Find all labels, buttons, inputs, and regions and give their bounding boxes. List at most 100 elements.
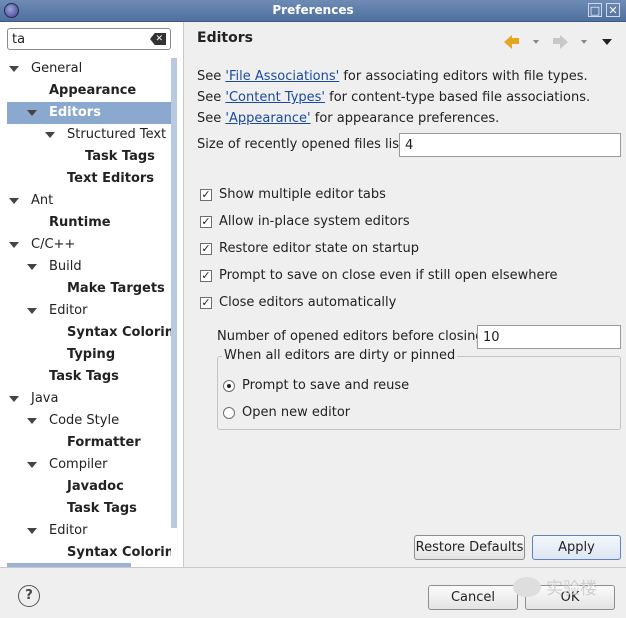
group-title: When all editors are dirty or pinned (222, 348, 458, 363)
tree-item-label: Formatter (67, 435, 141, 450)
watermark: 实验楼 (513, 574, 597, 599)
title-bar: Preferences □ ✕ (0, 0, 626, 22)
file-associations-line: See 'File Associations' for associating … (197, 69, 588, 84)
tree-item-compiler[interactable]: Compiler (0, 454, 171, 476)
forward-history-dropdown-icon[interactable] (581, 40, 587, 44)
checkbox[interactable]: ✓ (200, 270, 212, 282)
tree-item-c-c[interactable]: C/C++ (0, 234, 171, 256)
clear-filter-icon[interactable]: ✕ (150, 33, 166, 45)
tree-item-task-tags[interactable]: Task Tags (0, 498, 171, 520)
tree-item-appearance[interactable]: Appearance (0, 80, 171, 102)
apply-button[interactable]: Apply (532, 535, 621, 560)
tree-item-label: C/C++ (31, 237, 76, 252)
tree-item-label: Ant (31, 193, 54, 208)
radio-button[interactable] (223, 380, 235, 392)
help-icon[interactable]: ? (18, 585, 40, 607)
dialog-button-bar: ? Cancel OK 实验楼 (0, 567, 626, 618)
expand-triangle-icon[interactable] (9, 66, 19, 72)
appearance-link[interactable]: 'Appearance' (225, 111, 310, 126)
tree-item-javadoc[interactable]: Javadoc (0, 476, 171, 498)
tree-item-formatter[interactable]: Formatter (0, 432, 171, 454)
tree-item-label: Editors (49, 105, 101, 120)
tree-item-runtime[interactable]: Runtime (0, 212, 171, 234)
tree-item-general[interactable]: General (0, 58, 171, 80)
tree-item-label: Editor (49, 523, 88, 538)
checkbox[interactable]: ✓ (200, 243, 212, 255)
window-title: Preferences (272, 3, 354, 17)
expand-triangle-icon[interactable] (27, 264, 37, 270)
tree-item-label: Build (49, 259, 82, 274)
tree-item-build[interactable]: Build (0, 256, 171, 278)
expand-triangle-icon[interactable] (45, 132, 55, 138)
opened-editors-label: Number of opened editors before closing: (217, 329, 488, 344)
tree-item-ant[interactable]: Ant (0, 190, 171, 212)
tree-item-structured-text-editors[interactable]: Structured Text Editors (0, 124, 171, 146)
expand-triangle-icon[interactable] (27, 308, 37, 314)
radio-button[interactable] (223, 407, 235, 419)
expand-triangle-icon[interactable] (9, 242, 19, 248)
filter-field[interactable]: ✕ (7, 28, 171, 50)
tree-item-task-tags[interactable]: Task Tags (0, 366, 171, 388)
tree-item-editors[interactable]: Editors (7, 102, 171, 124)
expand-triangle-icon[interactable] (27, 110, 37, 116)
watermark-logo-icon (513, 577, 541, 597)
expand-triangle-icon[interactable] (9, 396, 19, 402)
editors-preference-page: Editors See 'File Associations' for asso… (184, 22, 626, 567)
close-window-button[interactable]: ✕ (606, 3, 620, 17)
tree-item-label: Javadoc (67, 479, 124, 494)
expand-triangle-icon[interactable] (27, 528, 37, 534)
opened-editors-field[interactable] (477, 325, 621, 349)
checkbox[interactable]: ✓ (200, 216, 212, 228)
checkbox[interactable]: ✓ (200, 189, 212, 201)
tree-item-label: Syntax Coloring (67, 325, 171, 340)
tree-item-typing[interactable]: Typing (0, 344, 171, 366)
tree-item-code-style[interactable]: Code Style (0, 410, 171, 432)
tree-item-label: Appearance (49, 83, 137, 98)
tree-item-syntax-coloring[interactable]: Syntax Coloring (0, 322, 171, 344)
tree-item-make-targets[interactable]: Make Targets (0, 278, 171, 300)
content-types-line: See 'Content Types' for content-type bas… (197, 90, 591, 105)
forward-arrow-icon[interactable] (552, 34, 568, 50)
tree-item-label: Syntax Coloring (67, 545, 171, 560)
tree-item-label: Structured Text Editors (67, 127, 171, 142)
tree-item-syntax-coloring[interactable]: Syntax Coloring (0, 542, 171, 564)
expand-triangle-icon[interactable] (9, 198, 19, 204)
tree-item-label: Task Tags (85, 149, 155, 164)
restore-window-button[interactable]: □ (588, 3, 602, 17)
tree-item-editor[interactable]: Editor (0, 300, 171, 322)
tree-item-label: Java (31, 391, 59, 406)
recent-files-input[interactable] (400, 134, 620, 156)
tree-item-label: General (31, 61, 83, 76)
tree-item-editor[interactable]: Editor (0, 520, 171, 542)
dirty-or-pinned-group: When all editors are dirty or pinned Pro… (217, 348, 621, 430)
restore-defaults-button[interactable]: Restore Defaults (414, 535, 525, 560)
expand-triangle-icon[interactable] (27, 462, 37, 468)
page-title: Editors (197, 30, 253, 46)
filter-input[interactable] (12, 31, 142, 47)
expand-triangle-icon[interactable] (27, 418, 37, 424)
view-menu-icon[interactable] (602, 39, 612, 45)
back-history-dropdown-icon[interactable] (533, 40, 539, 44)
appearance-line: See 'Appearance' for appearance preferen… (197, 111, 500, 126)
tree-item-task-tags[interactable]: Task Tags (0, 146, 171, 168)
back-arrow-icon[interactable] (504, 34, 520, 50)
recent-files-label: Size of recently opened files list: (197, 137, 409, 152)
tree-item-label: Task Tags (67, 501, 137, 516)
tree-vertical-scrollbar[interactable] (171, 58, 177, 528)
tree-item-java[interactable]: Java (0, 388, 171, 410)
opened-editors-input[interactable] (478, 326, 620, 348)
tree-item-label: Compiler (49, 457, 108, 472)
tree-item-label: Runtime (49, 215, 111, 230)
file-associations-link[interactable]: 'File Associations' (225, 69, 339, 84)
tree-item-label: Typing (67, 347, 116, 362)
tree-item-label: Make Targets (67, 281, 165, 296)
content-types-link[interactable]: 'Content Types' (225, 90, 325, 105)
tree-item-text-editors[interactable]: Text Editors (0, 168, 171, 190)
tree-item-label: Code Style (49, 413, 120, 428)
checkbox[interactable]: ✓ (200, 297, 212, 309)
recent-files-field[interactable] (399, 133, 621, 157)
tree-item-label: Text Editors (67, 171, 155, 186)
cancel-button[interactable]: Cancel (428, 585, 518, 610)
tree-item-label: Editor (49, 303, 88, 318)
preferences-tree-pane: ✕ General Appearance Editors Structured Tex… (0, 22, 184, 567)
